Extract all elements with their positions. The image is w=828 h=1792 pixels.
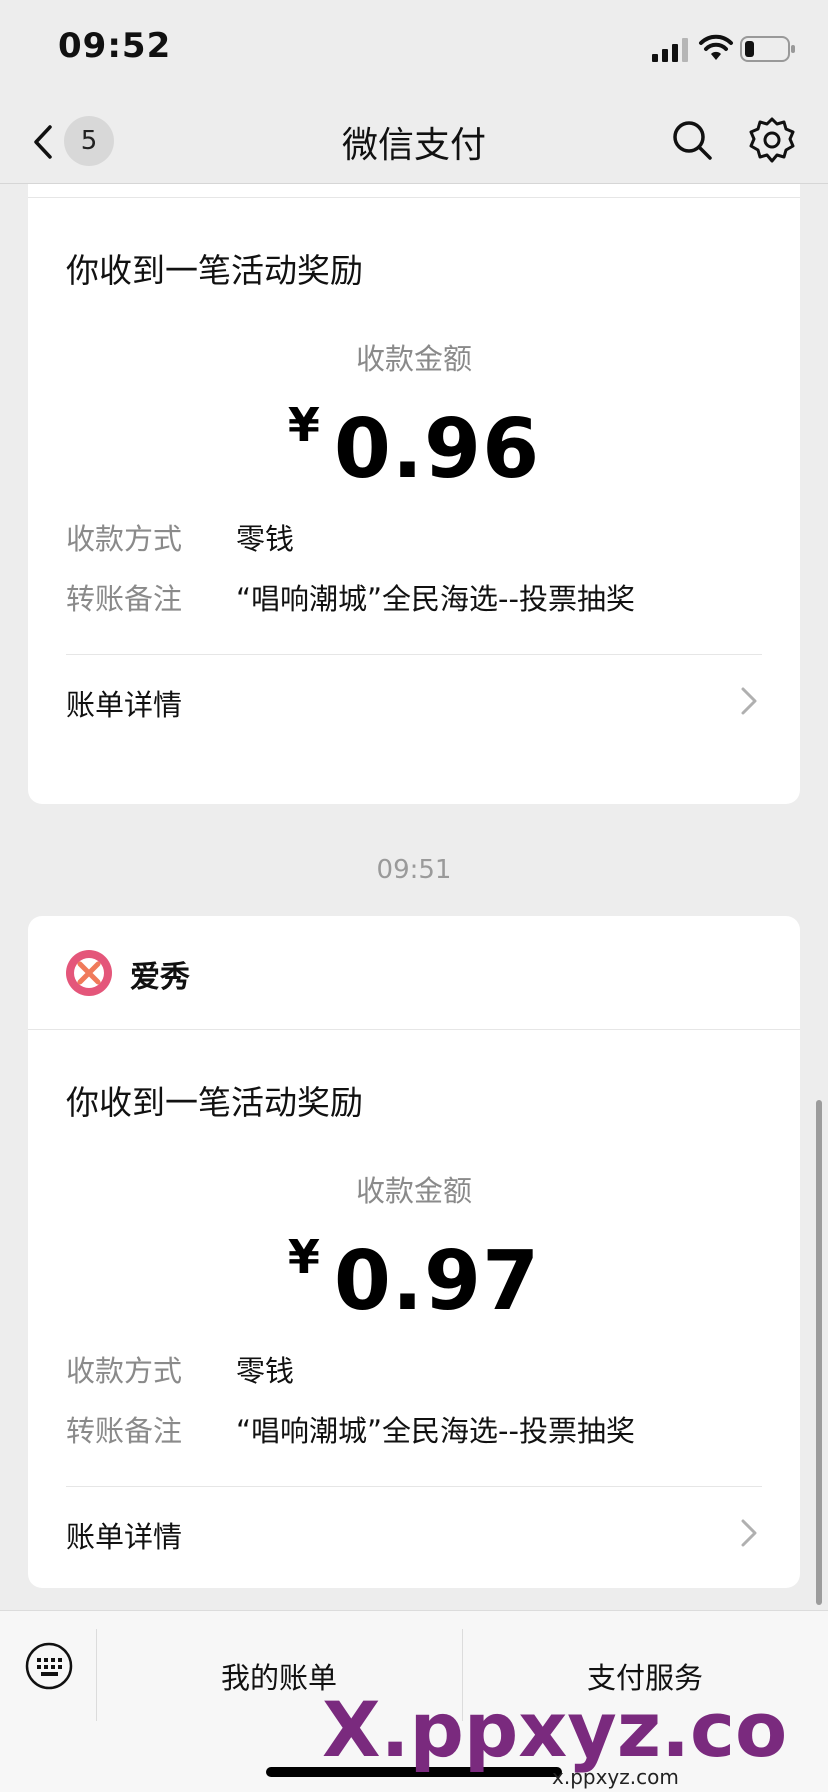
battery-icon [740, 36, 795, 62]
bill-details-label: 账单详情 [66, 1520, 183, 1554]
divider [66, 654, 762, 655]
remark-value: “唱响潮城”全民海选--投票抽奖 [236, 582, 635, 616]
wifi-icon [699, 34, 733, 60]
page-title: 微信支付 [341, 125, 486, 166]
gear-icon[interactable] [748, 116, 796, 164]
keyboard-icon[interactable] [24, 1641, 74, 1691]
currency-symbol: ¥ [287, 398, 320, 452]
screen: 09:52 5 微信支付 你收到一笔活动奖励 收款金额 ¥ 0.96 收款方式 … [0, 0, 828, 1792]
watermark-subtext: x.ppxyz.com [552, 1765, 679, 1789]
watermark: X.ppxyz.com x.ppxyz.com [322, 1685, 792, 1789]
scrollbar[interactable] [816, 1100, 822, 1605]
amount-value: 0.96 [333, 402, 541, 497]
remark-value: “唱响潮城”全民海选--投票抽奖 [236, 1414, 635, 1448]
app-name: 爱秀 [130, 960, 190, 995]
card-header[interactable]: 爱秀 [28, 184, 800, 198]
app-logo [66, 950, 112, 996]
message-list[interactable]: 爱秀 你收到一笔活动奖励 收款金额 ¥0.96 收款方式 零钱 转账备注 “唱响… [0, 184, 828, 1610]
amount: ¥0.97 [28, 1230, 800, 1329]
nav-bar: 5 微信支付 [0, 98, 828, 184]
payment-method-value: 零钱 [236, 1354, 295, 1388]
bill-details-link[interactable]: 账单详情 [28, 658, 800, 746]
remark-label: 转账备注 [66, 1414, 183, 1448]
status-time: 09:52 [58, 26, 172, 66]
bill-details-link[interactable]: 账单详情 [28, 1490, 800, 1578]
message-time: 09:51 [376, 855, 452, 885]
amount: ¥0.96 [28, 398, 800, 497]
remark-label: 转账备注 [66, 582, 183, 616]
bill-details-label: 账单详情 [66, 688, 183, 722]
amount-label: 收款金额 [355, 1174, 472, 1208]
payment-card: 爱秀 你收到一笔活动奖励 收款金额 ¥0.97 收款方式 零钱 转账备注 “唱响… [28, 916, 800, 1588]
back-button[interactable]: 5 [24, 114, 124, 168]
chevron-right-icon [741, 687, 757, 715]
amount-label: 收款金额 [355, 342, 472, 376]
payment-method-label: 收款方式 [66, 1354, 183, 1388]
payment-method-value: 零钱 [236, 522, 295, 556]
unread-badge: 5 [64, 116, 114, 166]
search-icon[interactable] [670, 118, 714, 162]
card-title: 你收到一笔活动奖励 [66, 1083, 363, 1122]
watermark-text: X.ppxyz.com [322, 1685, 792, 1774]
amount-value: 0.97 [333, 1234, 541, 1329]
signal-icon [652, 38, 688, 62]
chevron-right-icon [741, 1519, 757, 1547]
status-bar: 09:52 [0, 0, 828, 98]
payment-method-label: 收款方式 [66, 522, 183, 556]
back-chevron-icon [34, 125, 52, 159]
divider [66, 1486, 762, 1487]
currency-symbol: ¥ [287, 1230, 320, 1284]
card-title: 你收到一笔活动奖励 [66, 251, 363, 290]
payment-card: 爱秀 你收到一笔活动奖励 收款金额 ¥0.96 收款方式 零钱 转账备注 “唱响… [28, 184, 800, 804]
card-header[interactable]: 爱秀 [28, 916, 800, 1030]
